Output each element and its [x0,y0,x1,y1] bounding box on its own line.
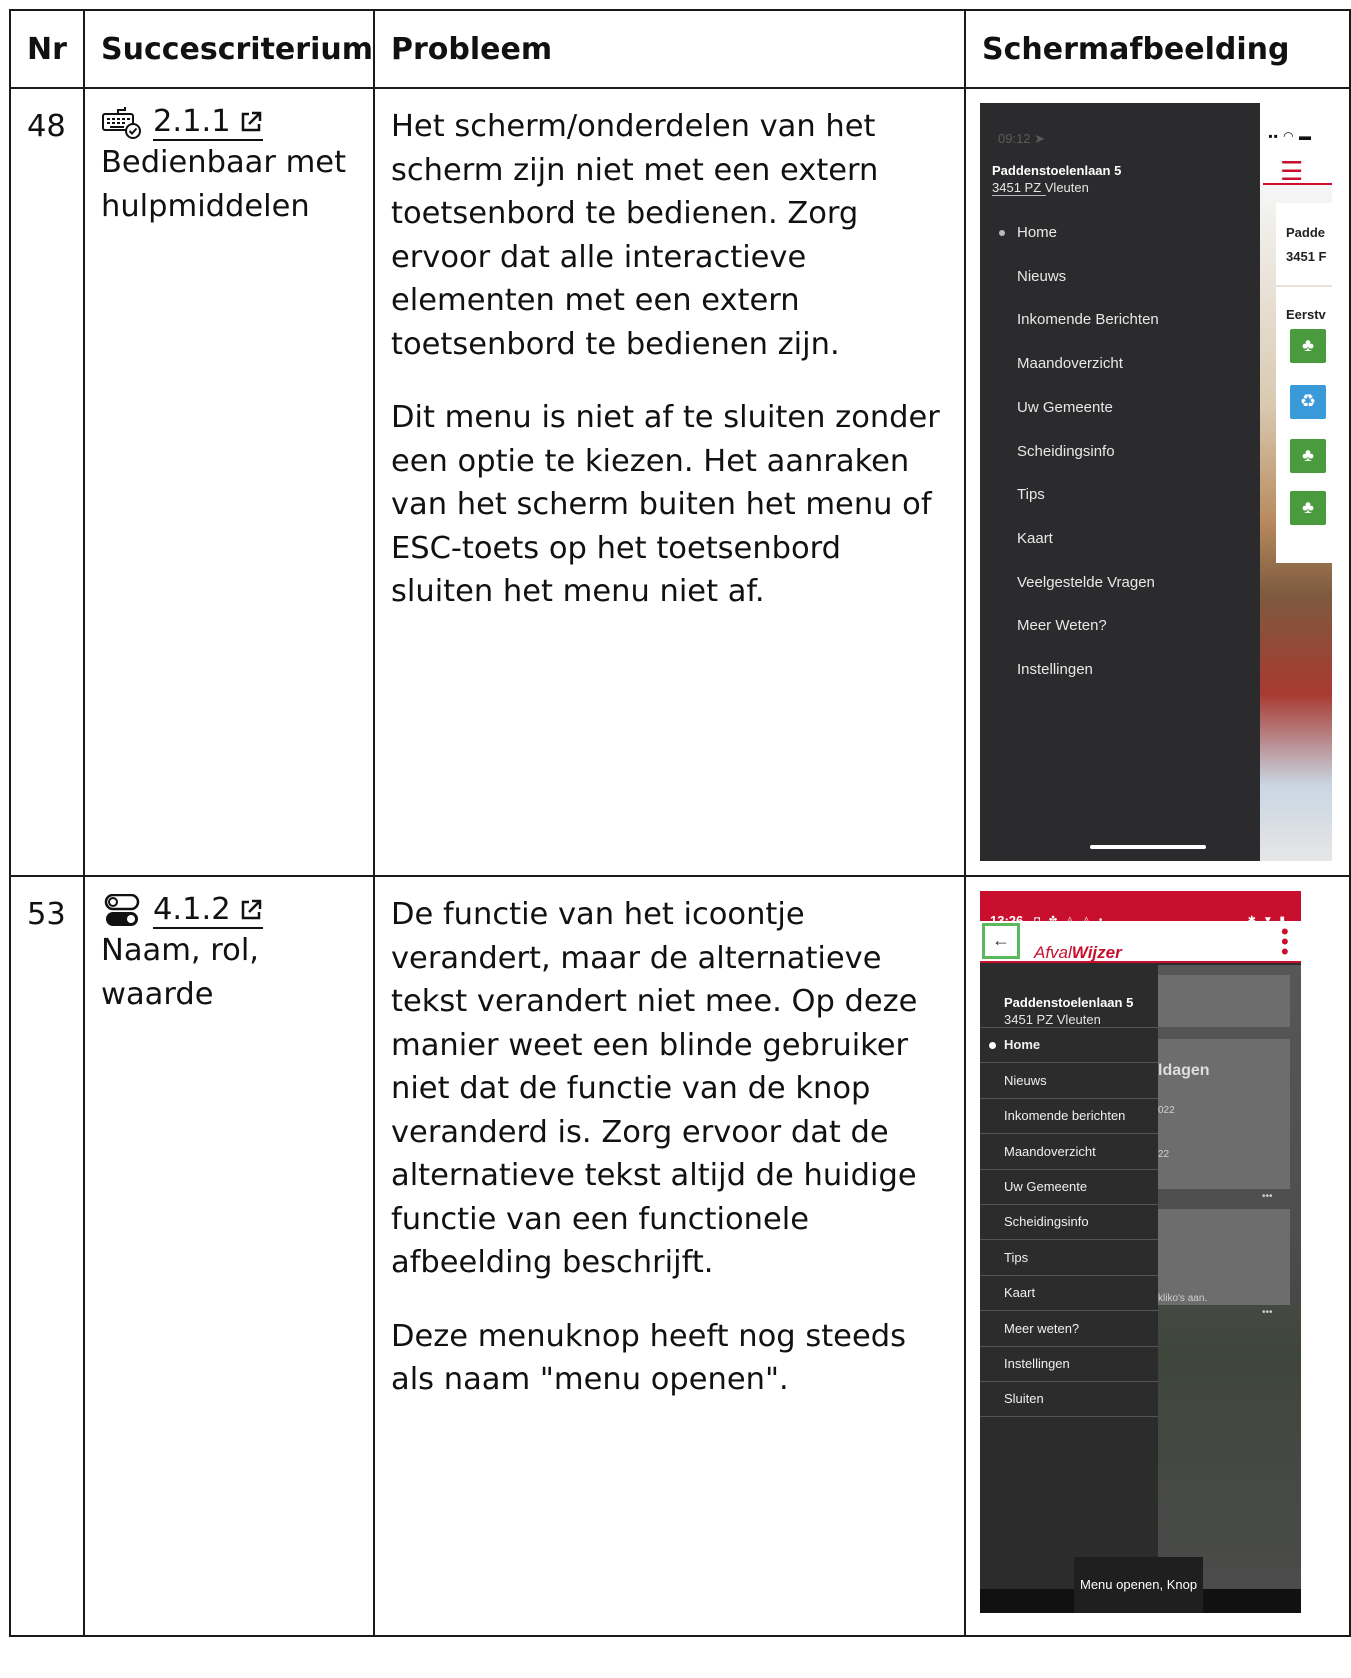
side-menu: Home Nieuws Inkomende Berichten Maandove… [980,211,1242,692]
external-link-icon [241,111,261,132]
header-criterion: Succescriterium [83,9,375,89]
criterion-name: Bedienbaar met hulpmiddelen [101,145,347,224]
findings-table: Nr Succescriterium Probleem Schermafbeel… [9,9,1351,1637]
criterion-code: 2.1.1 [153,104,231,139]
row-screenshot: 13:26 ◘ ✤ ◬ ◬ • ✱ ▼ ▮ ← AfvalWijzer ••• … [964,875,1351,1637]
status-bar: 13:26 ◘ ✤ ◬ ◬ • ✱ ▼ ▮ [980,891,1301,928]
organic-waste-icon: ♣ [1290,329,1326,363]
row-screenshot: ☰ Padde 3451 F Eerstv ♣ ♻ ♣ ♣ 09:12 ➤ ▪▪… [964,87,1351,877]
keyboard-check-icon [102,107,141,139]
problem-paragraph: Dit menu is niet af te sluiten zonder ee… [391,400,940,609]
row-problem: Het scherm/onderdelen van het scherm zij… [373,87,966,877]
criterion-code: 4.1.2 [153,892,231,927]
back-arrow-icon: ← [982,923,1020,959]
table-row: 53 4.1.2 Naam, rol, waarde De functie va… [9,875,1351,1637]
side-menu: Home Nieuws Inkomende berichten Maandove… [980,1027,1158,1418]
bg-text: 022 [1158,1105,1175,1116]
paper-waste-icon: ♻ [1290,385,1326,419]
criterion-link-2-1-1[interactable]: 2.1.1 [153,105,263,141]
row-criterion: 2.1.1 Bedienbaar met hulpmiddelen [83,87,375,877]
bg-text: kliko's aan. [1158,1293,1208,1304]
row-criterion: 4.1.2 Naam, rol, waarde [83,875,375,1637]
bg-text: ••• [1262,1307,1273,1318]
header-screenshot: Schermafbeelding [964,9,1351,89]
criterion-link-4-1-2[interactable]: 4.1.2 [153,893,263,929]
problem-paragraph: Het scherm/onderdelen van het scherm zij… [391,109,879,362]
criterion-name: Naam, rol, waarde [101,933,259,1012]
bg-text: 22 [1158,1149,1170,1160]
row-nr: 48 [9,87,85,877]
external-link-icon [241,899,261,920]
menu-item-uw-gemeente: Uw Gemeente [1017,398,1113,416]
row-nr: 53 [9,875,85,1637]
menu-item-nieuws: Nieuws [1017,267,1067,285]
menu-item-instellingen: Instellingen [1017,660,1093,678]
problem-paragraph: Deze menuknop heeft nog steeds als naam … [391,1318,906,1398]
header-nr: Nr [9,9,85,89]
navigation-drawer: Paddenstoelenlaan 5 3451 PZ Vleuten Home… [980,963,1158,1613]
menu-item-kaart: Kaart [1017,529,1053,547]
menu-item-home: Home [980,211,1242,255]
row-problem: De functie van het icoontje verandert, m… [373,875,966,1637]
organic-waste-icon: ♣ [1290,491,1326,525]
dimmed-content: ldagen 022 22 ••• kliko's aan. ••• [1158,965,1301,1613]
menu-item-inkomende-berichten: Inkomende Berichten [1017,311,1159,329]
home-indicator [1090,845,1206,849]
menu-item-tips: Tips [1017,486,1045,504]
divider [992,195,1046,196]
organic-waste-icon: ♣ [1290,439,1326,473]
menu-item-maandoverzicht: Maandoverzicht [1017,355,1123,373]
problem-paragraph: De functie van het icoontje verandert, m… [391,897,918,1280]
dimmed-card [1158,975,1290,1027]
hamburger-icon: ☰ [1280,156,1304,186]
bg-text: 3451 F [1286,249,1327,264]
kebab-menu-icon: • • • [1281,919,1289,964]
menu-item-meer-weten: Meer Weten? [1017,617,1107,635]
screenshot-phone-android: 13:26 ◘ ✤ ◬ ◬ • ✱ ▼ ▮ ← AfvalWijzer ••• … [980,891,1301,1613]
address-line2: 3451 PZ Vleuten [992,180,1089,195]
table-header-row: Nr Succescriterium Probleem Schermafbeel… [9,9,1351,89]
screenreader-tooltip: Menu openen, Knop [1074,1557,1204,1613]
table-row: 48 2.1.1 Bedienbaar met hulpmiddelen Het… [9,87,1351,877]
app-bar: ← AfvalWijzer • • • [980,921,1301,963]
status-icons: ▪▪ ◠ ▬ [1268,129,1312,143]
toggle-switch-icon [104,894,140,926]
screenshot-phone-ios: ☰ Padde 3451 F Eerstv ♣ ♻ ♣ ♣ 09:12 ➤ ▪▪… [980,103,1332,861]
header-problem: Probleem [373,9,966,89]
bg-text: ldagen [1158,1062,1210,1079]
menu-item-scheidingsinfo: Scheidingsinfo [1017,442,1115,460]
menu-item-sluiten: Sluiten [980,1382,1158,1418]
menu-item-veelgestelde-vragen: Veelgestelde Vragen [1017,573,1155,591]
